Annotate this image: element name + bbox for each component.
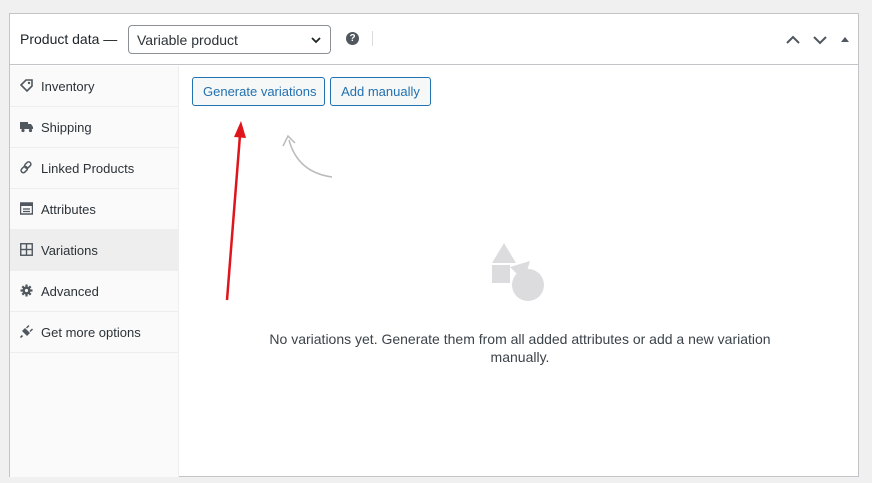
tab-label: Linked Products bbox=[41, 161, 135, 176]
product-data-tabs: Inventory Shipping Linked Products Attri… bbox=[10, 66, 179, 477]
tab-label: Variations bbox=[41, 243, 98, 258]
move-down-icon[interactable] bbox=[812, 32, 828, 48]
tag-icon bbox=[20, 79, 33, 92]
tab-inventory[interactable]: Inventory bbox=[10, 66, 179, 107]
product-data-panel: Product data — Variable product ? Invent… bbox=[9, 13, 859, 477]
generate-variations-button[interactable]: Generate variations bbox=[192, 77, 325, 106]
product-type-value: Variable product bbox=[137, 32, 238, 48]
link-icon bbox=[20, 161, 32, 174]
tab-label: Advanced bbox=[41, 284, 99, 299]
move-up-icon[interactable] bbox=[785, 32, 801, 48]
variations-panel: Generate variations Add manually No vari… bbox=[180, 66, 858, 477]
tab-get-more-options[interactable]: Get more options bbox=[10, 312, 179, 353]
tab-shipping[interactable]: Shipping bbox=[10, 107, 179, 148]
list-icon bbox=[20, 202, 33, 215]
product-data-label: Product data — bbox=[20, 31, 118, 47]
collapse-toggle-icon[interactable] bbox=[840, 34, 850, 44]
tab-label: Shipping bbox=[41, 120, 92, 135]
tab-label: Get more options bbox=[41, 325, 141, 340]
truck-icon bbox=[20, 122, 33, 133]
chevron-down-icon bbox=[311, 37, 321, 44]
tab-advanced[interactable]: Advanced bbox=[10, 271, 179, 312]
empty-state-shapes-icon bbox=[492, 243, 544, 301]
grid-icon bbox=[20, 243, 33, 256]
tab-attributes[interactable]: Attributes bbox=[10, 189, 179, 230]
tab-label: Attributes bbox=[41, 202, 96, 217]
empty-state-message: No variations yet. Generate them from al… bbox=[269, 331, 771, 365]
plugin-icon bbox=[20, 325, 33, 338]
help-icon[interactable]: ? bbox=[346, 32, 359, 45]
add-manually-button[interactable]: Add manually bbox=[330, 77, 431, 106]
tab-linked-products[interactable]: Linked Products bbox=[10, 148, 179, 189]
product-data-header: Product data — Variable product ? bbox=[10, 14, 858, 65]
product-type-select[interactable]: Variable product bbox=[128, 25, 331, 54]
hint-arrow-icon bbox=[282, 134, 333, 178]
tab-variations[interactable]: Variations bbox=[10, 230, 179, 271]
header-divider bbox=[372, 31, 373, 46]
gear-icon bbox=[20, 284, 33, 297]
tab-label: Inventory bbox=[41, 79, 95, 94]
